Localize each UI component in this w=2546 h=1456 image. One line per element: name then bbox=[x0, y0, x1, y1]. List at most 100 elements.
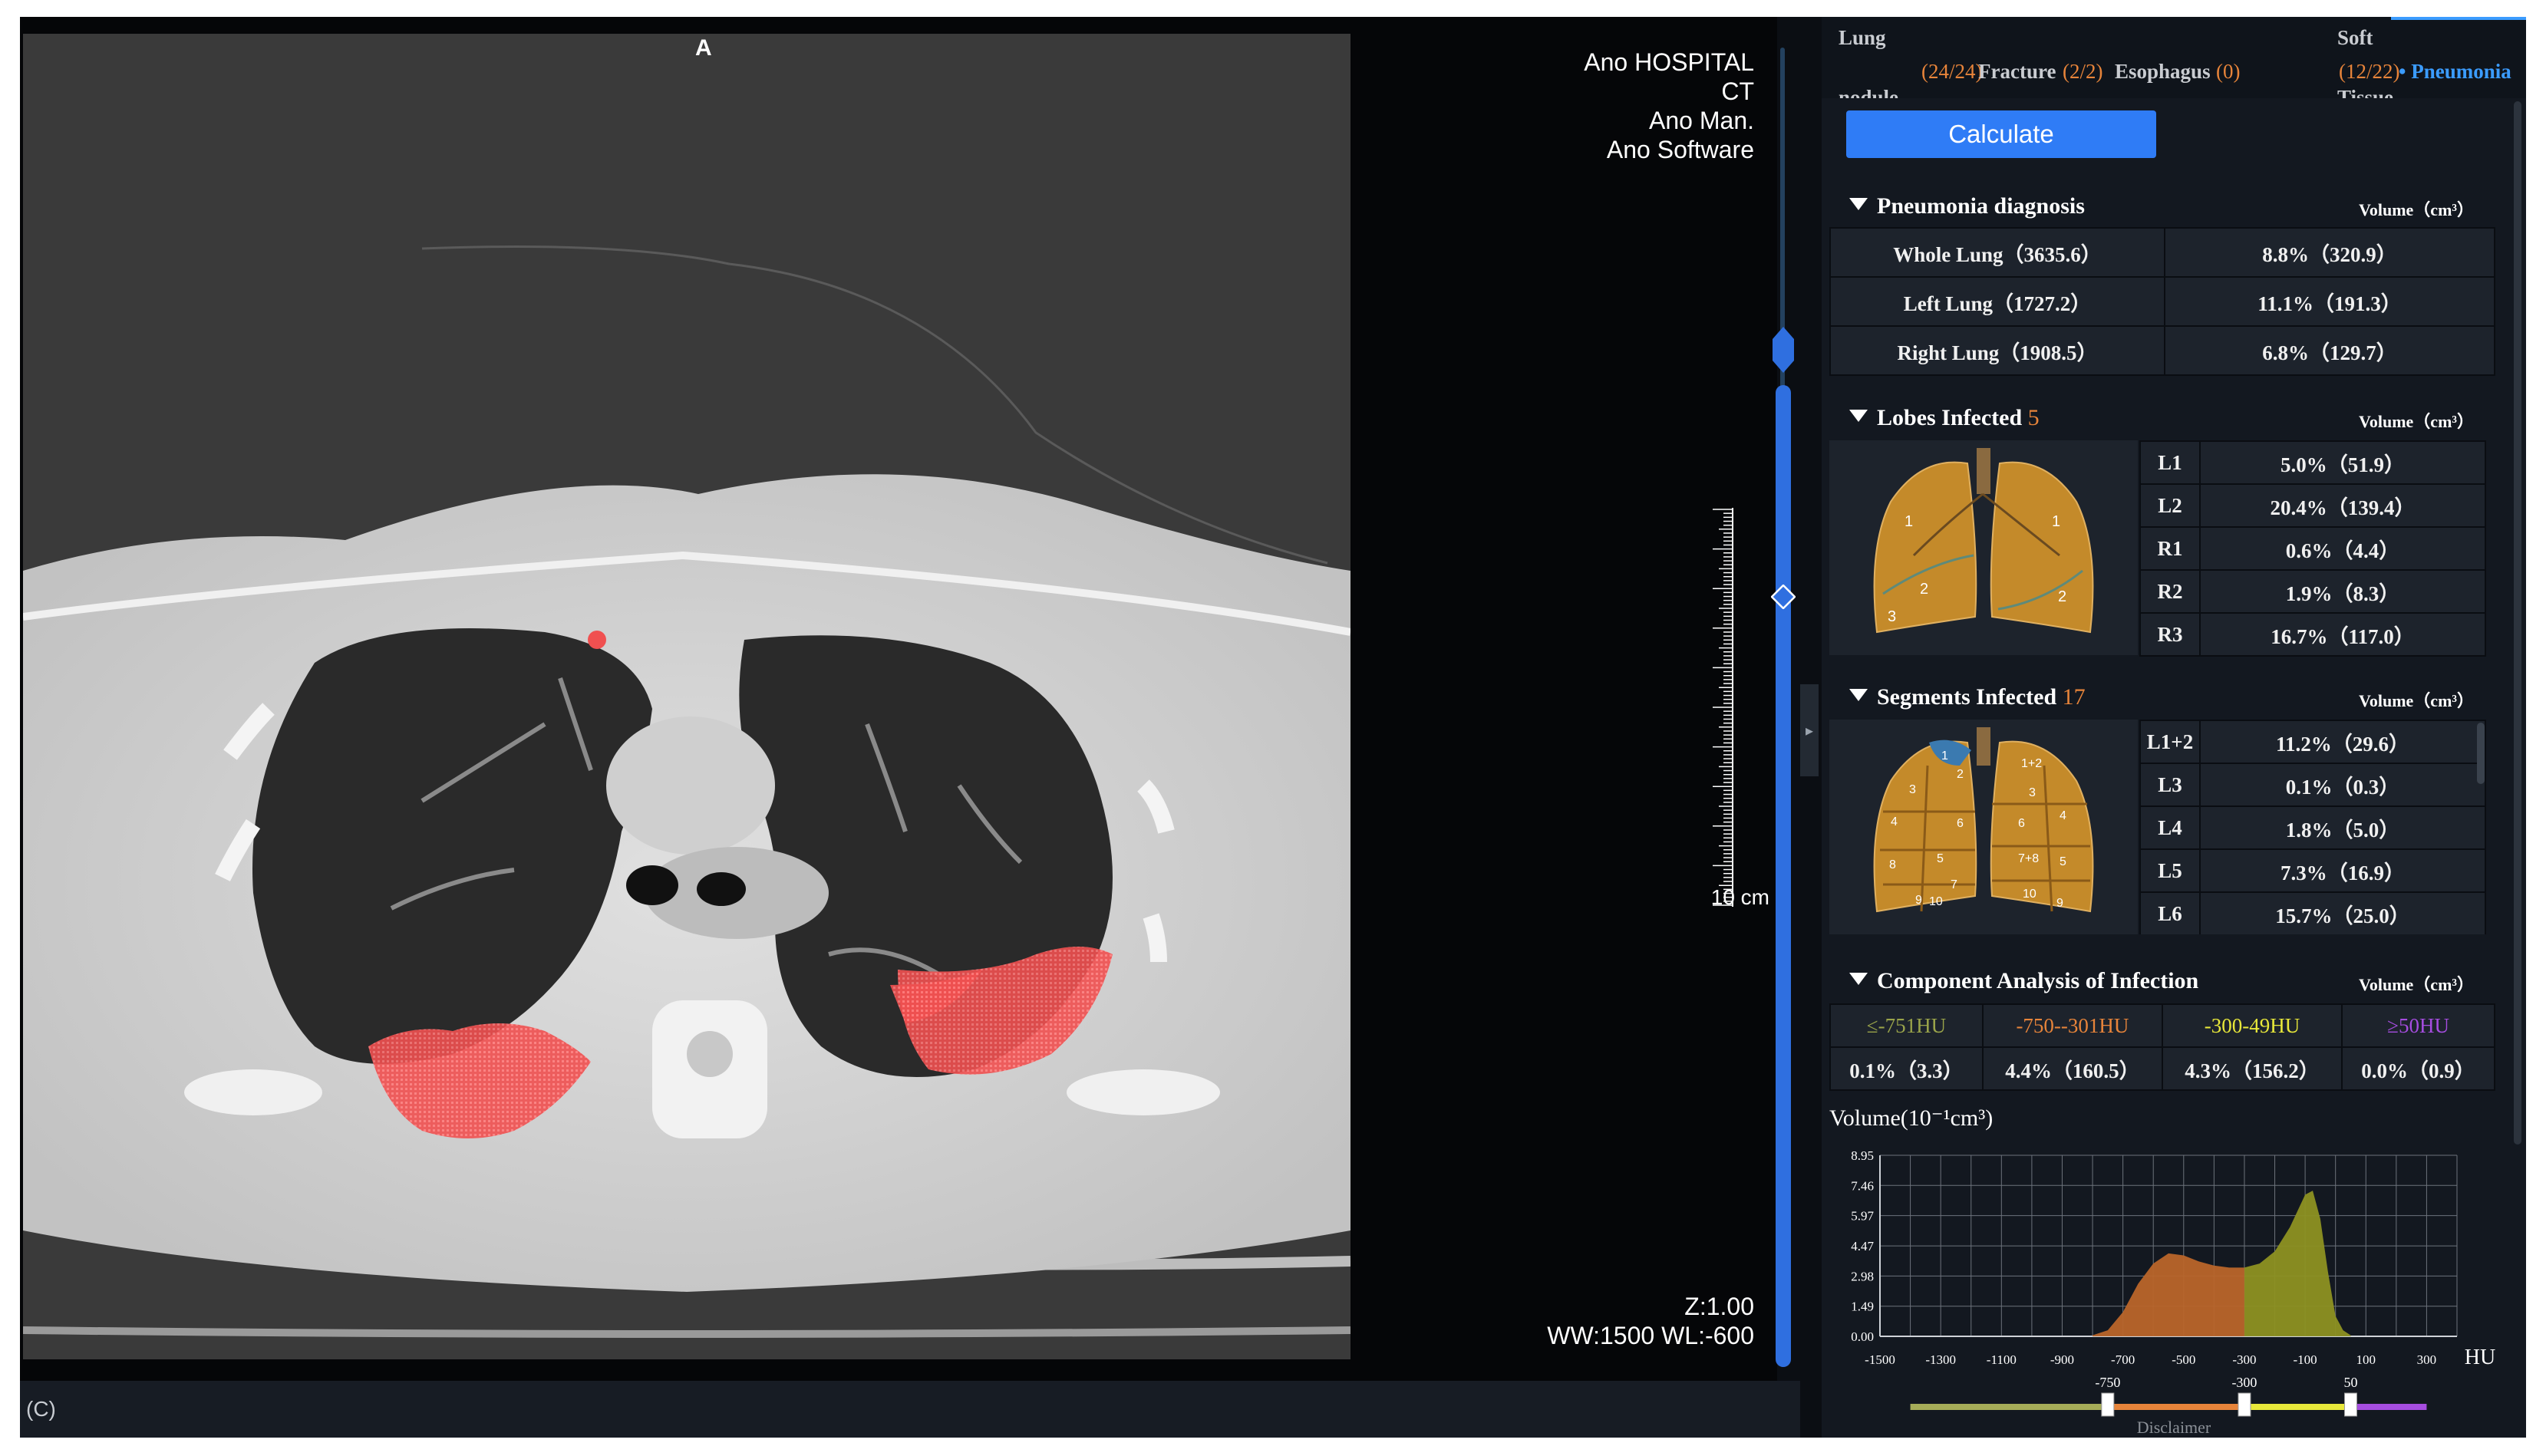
table-row: L6 15.7%（25.0） bbox=[2139, 891, 2486, 934]
ct-slice-image[interactable] bbox=[23, 34, 1351, 1359]
section-header-diagnosis[interactable]: Pneumonia diagnosis Volume（cm³） bbox=[1822, 184, 2482, 230]
segments-lung-diagram: 12 3 4 5 6 8 9 10 7 1+2 3 4 6 7+8 5 10 9 bbox=[1829, 720, 2138, 934]
svg-text:3: 3 bbox=[1888, 608, 1896, 625]
table-row: R3 16.7%（117.0） bbox=[2139, 612, 2486, 657]
svg-text:4: 4 bbox=[2060, 809, 2066, 822]
collapse-triangle-icon bbox=[1849, 198, 1868, 210]
lobes-count: 5 bbox=[2027, 405, 2040, 430]
range-handle-label: 50 bbox=[2343, 1375, 2357, 1390]
unit-label: Volume（cm³） bbox=[2359, 412, 2474, 431]
svg-text:1: 1 bbox=[1941, 749, 1948, 763]
panel-scrollbar[interactable] bbox=[2514, 101, 2521, 1145]
table-row: Whole Lung（3635.6） 8.8%（320.9） bbox=[1829, 227, 2495, 278]
y-tick-label: 7.46 bbox=[1851, 1178, 1874, 1193]
tab-fracture[interactable]: Fracture (2/2) bbox=[1967, 17, 2113, 98]
collapse-panel-button[interactable]: ▸ bbox=[1800, 684, 1819, 776]
table-row: Left Lung（1727.2） 11.1%（191.3） bbox=[1829, 276, 2495, 327]
range-value: 4.4%（160.5） bbox=[1981, 1046, 2163, 1091]
disclaimer-link[interactable]: Disclaimer bbox=[1822, 1418, 2526, 1438]
scale-label: 10 cm bbox=[1710, 885, 1769, 909]
unit-label: Volume（cm³） bbox=[2359, 691, 2474, 710]
section-title: Segments Infected bbox=[1877, 684, 2057, 710]
row-name: Left Lung（1727.2） bbox=[1829, 276, 2165, 327]
segments-count: 17 bbox=[2062, 684, 2086, 710]
range-segment bbox=[2244, 1404, 2351, 1410]
window-level-readout: WW:1500 WL:-600 bbox=[1547, 1322, 1754, 1349]
section-header-component[interactable]: Component Analysis of Infection Volume（c… bbox=[1822, 959, 2482, 1005]
segments-table: L1+2 11.2%（29.6） L3 0.1%（0.3） L4 1.8%（5.0） … bbox=[2139, 720, 2486, 934]
range-segment bbox=[2350, 1404, 2427, 1410]
range-value: 0.0%（0.9） bbox=[2341, 1046, 2495, 1091]
y-tick-label: 0.00 bbox=[1851, 1329, 1874, 1344]
slice-scrollbar-range[interactable] bbox=[1776, 385, 1791, 1367]
ct-viewer[interactable]: A Ano HOSPITAL CT Ano Man. Ano Software … bbox=[20, 17, 1796, 1381]
table-row: L1+2 11.2%（29.6） bbox=[2139, 720, 2486, 764]
svg-text:6: 6 bbox=[1957, 817, 1964, 830]
svg-text:7: 7 bbox=[1951, 878, 1957, 891]
row-value: 6.8%（129.7） bbox=[2164, 325, 2495, 376]
range-segment bbox=[2107, 1404, 2244, 1410]
section-title: Component Analysis of Infection bbox=[1877, 968, 2199, 993]
y-tick-label: 2.98 bbox=[1851, 1269, 1874, 1283]
software: Ano Software bbox=[1606, 136, 1754, 163]
row-value: 8.8%（320.9） bbox=[2164, 227, 2495, 278]
histogram-ylabel: Volume(10⁻¹cm³) bbox=[1829, 1105, 1994, 1131]
segments-scrollbar[interactable] bbox=[2477, 723, 2485, 784]
svg-text:3: 3 bbox=[1909, 783, 1916, 796]
svg-text:5: 5 bbox=[1937, 852, 1944, 865]
range-handle-label: -750 bbox=[2095, 1375, 2120, 1390]
table-row: L3 0.1%（0.3） bbox=[2139, 763, 2486, 807]
lobes-table: L1 5.0%（51.9） L2 20.4%（139.4） R1 0.6%（4.4） … bbox=[2139, 440, 2486, 657]
tab-lung-nodule[interactable]: Lung (24/24) nodule bbox=[1822, 17, 1982, 98]
histogram-series-0 bbox=[2093, 1253, 2244, 1336]
segments-panel: 12 3 4 5 6 8 9 10 7 1+2 3 4 6 7+8 5 10 9 L1+2 11.2%… bbox=[1829, 720, 2495, 934]
section-title: Lobes Infected bbox=[1877, 405, 2023, 430]
current-slice-marker[interactable] bbox=[1771, 585, 1796, 609]
calculate-button[interactable]: Calculate bbox=[1846, 110, 2156, 158]
svg-text:7+8: 7+8 bbox=[2018, 852, 2039, 865]
tab-bar: Lung (24/24) nodule Fracture (2/2) Esoph… bbox=[1822, 17, 2526, 98]
svg-text:9: 9 bbox=[2056, 897, 2063, 910]
lobes-panel: 1 1 2 2 3 L1 5.0%（51.9） L2 20.4%（139.4） R1… bbox=[1829, 440, 2495, 657]
svg-text:6: 6 bbox=[2018, 817, 2025, 830]
svg-text:2: 2 bbox=[1957, 768, 1964, 781]
tab-esophagus[interactable]: Esophagus (0) bbox=[2113, 17, 2251, 98]
app-window: A Ano HOSPITAL CT Ano Man. Ano Software … bbox=[20, 17, 2526, 1438]
hu-histogram: 0.001.492.984.475.977.468.95-1500 -1300 -1… bbox=[1851, 1148, 2495, 1369]
lobes-lung-diagram: 1 1 2 2 3 bbox=[1829, 440, 2138, 655]
row-name: Right Lung（1908.5） bbox=[1829, 325, 2165, 376]
table-row: L5 7.3%（16.9） bbox=[2139, 848, 2486, 893]
table-row: L4 1.8%（5.0） bbox=[2139, 805, 2486, 850]
modality: CT bbox=[1721, 77, 1754, 105]
hospital-name: Ano HOSPITAL bbox=[1584, 48, 1754, 76]
slice-handle[interactable] bbox=[1773, 327, 1794, 373]
range-value: 0.1%（3.3） bbox=[1829, 1046, 1984, 1091]
range-handle bbox=[2343, 1392, 2357, 1417]
range-label: -300-49HU bbox=[2161, 1003, 2343, 1048]
collapse-triangle-icon bbox=[1849, 689, 1868, 701]
svg-text:5: 5 bbox=[2060, 855, 2066, 868]
y-tick-label: 4.47 bbox=[1851, 1239, 1874, 1253]
diagnosis-table: Whole Lung（3635.6） 8.8%（320.9） Left Lung… bbox=[1829, 227, 2495, 376]
histogram-series-1 bbox=[2244, 1191, 2351, 1336]
svg-text:10: 10 bbox=[1929, 895, 1943, 908]
svg-text:2: 2 bbox=[2058, 588, 2066, 605]
table-row: 0.1%（3.3） 4.4%（160.5） 4.3%（156.2） 0.0%（0… bbox=[1829, 1046, 2495, 1091]
tab-pneumonia[interactable]: • Pneumonia bbox=[2391, 17, 2526, 98]
viewer-footer: (C) bbox=[20, 1381, 1800, 1438]
row-value: 11.1%（191.3） bbox=[2164, 276, 2495, 327]
range-handle-label: -300 bbox=[2231, 1375, 2257, 1390]
tab-soft-tissue[interactable]: Soft (12/22) Tissue bbox=[2251, 17, 2399, 98]
study-info-overlay: Ano HOSPITAL CT Ano Man. Ano Software bbox=[1370, 48, 1754, 164]
section-header-lobes[interactable]: Lobes Infected 5 Volume（cm³） bbox=[1822, 396, 2482, 442]
table-row: R1 0.6%（4.4） bbox=[2139, 526, 2486, 571]
range-handle bbox=[2238, 1392, 2251, 1417]
y-tick-label: 8.95 bbox=[1851, 1148, 1874, 1163]
section-header-segments[interactable]: Segments Infected 17 Volume（cm³） bbox=[1822, 675, 2482, 721]
svg-text:1: 1 bbox=[1905, 513, 1913, 530]
y-tick-label: 5.97 bbox=[1851, 1209, 1874, 1224]
svg-text:9: 9 bbox=[1915, 894, 1922, 907]
table-row: L1 5.0%（51.9） bbox=[2139, 440, 2486, 485]
lungs-lobes-icon: 1 1 2 2 3 bbox=[1873, 448, 2094, 634]
chevron-right-icon: ▸ bbox=[1805, 722, 1814, 740]
